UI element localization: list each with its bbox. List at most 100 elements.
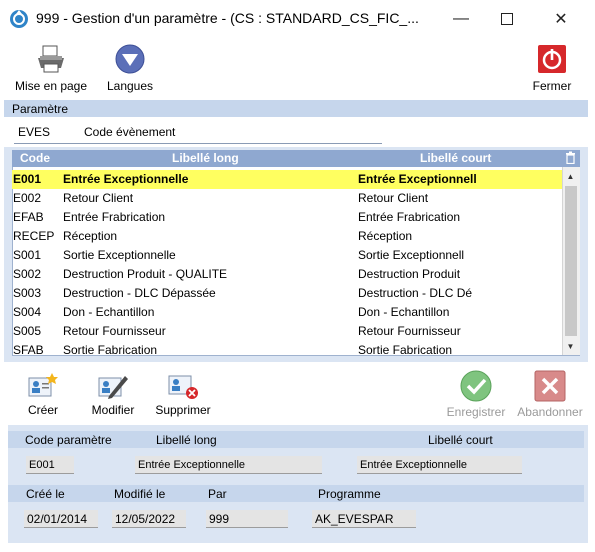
power-icon	[537, 44, 567, 77]
table-row[interactable]: E001 Entrée Exceptionnelle Entrée Exceptio…	[12, 170, 562, 189]
cell-long: Sortie Fabrication	[63, 343, 158, 356]
trash-icon[interactable]	[565, 151, 576, 167]
languages-button[interactable]: Langues	[100, 44, 160, 93]
program-field: AK_EVESPAR	[312, 510, 416, 528]
close-app-label: Fermer	[532, 79, 572, 93]
cell-code: S001	[13, 248, 42, 262]
scroll-up-icon[interactable]: ▲	[562, 168, 579, 185]
grid-header: Code Libellé long Libellé court	[12, 150, 580, 167]
cell-long: Retour Fournisseur	[63, 324, 166, 338]
table-row[interactable]: S003 Destruction - DLC Dépassée Destructio…	[12, 284, 562, 303]
parameter-code: EVES	[18, 125, 51, 139]
page-setup-label: Mise en page	[14, 79, 88, 93]
cell-code: RECEP	[13, 229, 55, 243]
short-label-field[interactable]: Entrée Exceptionnelle	[357, 456, 522, 474]
long-label-caption: Libellé long	[156, 433, 217, 447]
modify-icon	[97, 372, 129, 403]
printer-icon	[35, 44, 67, 77]
header-short[interactable]: Libellé court	[420, 151, 491, 165]
created-label: Créé le	[26, 487, 65, 501]
languages-label: Langues	[106, 79, 154, 93]
by-label: Par	[208, 487, 227, 501]
table-row[interactable]: SFAB Sortie Fabrication Sortie Fabrication	[12, 341, 562, 356]
header-code[interactable]: Code	[20, 151, 50, 165]
cell-code: E002	[13, 191, 42, 205]
save-icon	[460, 370, 492, 405]
cell-long: Entrée Exceptionnelle	[63, 172, 189, 186]
cell-code: SFAB	[13, 343, 44, 356]
cell-long: Sortie Exceptionnelle	[63, 248, 176, 262]
table-row[interactable]: S004 Don - Echantillon Don - Echantillon	[12, 303, 562, 322]
minimize-button[interactable]: —	[438, 0, 484, 38]
program-label: Programme	[318, 487, 381, 501]
cell-short: Destruction Produit	[358, 267, 461, 281]
create-button[interactable]: Créer	[20, 372, 66, 417]
app-icon	[9, 9, 29, 29]
cell-long: Don - Echantillon	[63, 305, 155, 319]
code-param-label: Code paramètre	[25, 433, 112, 447]
header-long[interactable]: Libellé long	[172, 151, 239, 165]
delete-icon	[167, 372, 199, 403]
modified-field: 12/05/2022	[112, 510, 186, 528]
cancel-icon	[534, 370, 566, 405]
cell-code: S002	[13, 267, 42, 281]
cell-code: EFAB	[13, 210, 44, 224]
create-label: Créer	[27, 403, 58, 417]
cell-long: Destruction Produit - QUALITE	[63, 267, 228, 281]
cell-short: Don - Echantillon	[358, 305, 450, 319]
cell-short: Sortie Fabrication	[358, 343, 453, 356]
minimize-icon: —	[453, 10, 469, 27]
cell-long: Retour Client	[63, 191, 134, 205]
maximize-button[interactable]	[484, 0, 530, 38]
cell-short: Entrée Exceptionnell	[358, 172, 477, 186]
delete-button[interactable]: Supprimer	[150, 372, 216, 417]
cell-code: E001	[13, 172, 42, 186]
parameter-section-title: Paramètre	[12, 102, 69, 116]
close-window-button[interactable]: ✕	[538, 0, 584, 38]
modify-button[interactable]: Modifier	[86, 372, 140, 417]
parameter-divider	[14, 143, 382, 144]
table-row[interactable]: S002 Destruction Produit - QUALITE Destruc…	[12, 265, 562, 284]
cancel-label: Abandonner	[517, 405, 583, 419]
cell-short: Destruction - DLC Dé	[358, 286, 473, 300]
cell-code: S003	[13, 286, 42, 300]
page-setup-button[interactable]: Mise en page	[10, 44, 92, 93]
cell-long: Réception	[63, 229, 118, 243]
table-row[interactable]: EFAB Entrée Frabrication Entrée Frabricati…	[12, 208, 562, 227]
cell-long: Destruction - DLC Dépassée	[63, 286, 216, 300]
modified-label: Modifié le	[114, 487, 166, 501]
table-row[interactable]: S001 Sortie Exceptionnelle Sortie Exceptio…	[12, 246, 562, 265]
cell-code: S005	[13, 324, 42, 338]
delete-label: Supprimer	[155, 403, 211, 417]
cell-short: Retour Client	[358, 191, 429, 205]
save-label: Enregistrer	[446, 405, 506, 419]
cancel-button[interactable]: Abandonner	[514, 370, 586, 419]
languages-icon	[114, 44, 146, 77]
by-field: 999	[206, 510, 288, 528]
cell-code: S004	[13, 305, 42, 319]
create-icon	[27, 372, 59, 403]
short-label-caption: Libellé court	[428, 433, 493, 447]
code-param-field[interactable]: E001	[26, 456, 74, 474]
close-icon: ✕	[554, 11, 568, 28]
parameter-label: Code évènement	[84, 125, 176, 139]
long-label-field[interactable]: Entrée Exceptionnelle	[135, 456, 322, 474]
close-app-button[interactable]: Fermer	[526, 44, 578, 93]
table-row[interactable]: S005 Retour Fournisseur Retour Fournisseur	[12, 322, 562, 341]
table-row[interactable]: E002 Retour Client Retour Client	[12, 189, 562, 208]
window-title: 999 - Gestion d'un paramètre - (CS : STA…	[36, 10, 419, 26]
table-row[interactable]: RECEP Réception Réception	[12, 227, 562, 246]
detail-header-row2	[8, 485, 584, 502]
cell-short: Retour Fournisseur	[358, 324, 461, 338]
cell-short: Réception	[358, 229, 413, 243]
parameter-header	[4, 100, 588, 117]
cell-long: Entrée Frabrication	[63, 210, 166, 224]
save-button[interactable]: Enregistrer	[440, 370, 512, 419]
cell-short: Entrée Frabrication	[358, 210, 461, 224]
created-field: 02/01/2014	[24, 510, 98, 528]
scroll-down-icon[interactable]: ▼	[562, 338, 579, 355]
modify-label: Modifier	[91, 403, 135, 417]
cell-short: Sortie Exceptionnell	[358, 248, 465, 262]
scroll-thumb[interactable]	[565, 186, 577, 336]
maximize-icon	[501, 13, 513, 25]
